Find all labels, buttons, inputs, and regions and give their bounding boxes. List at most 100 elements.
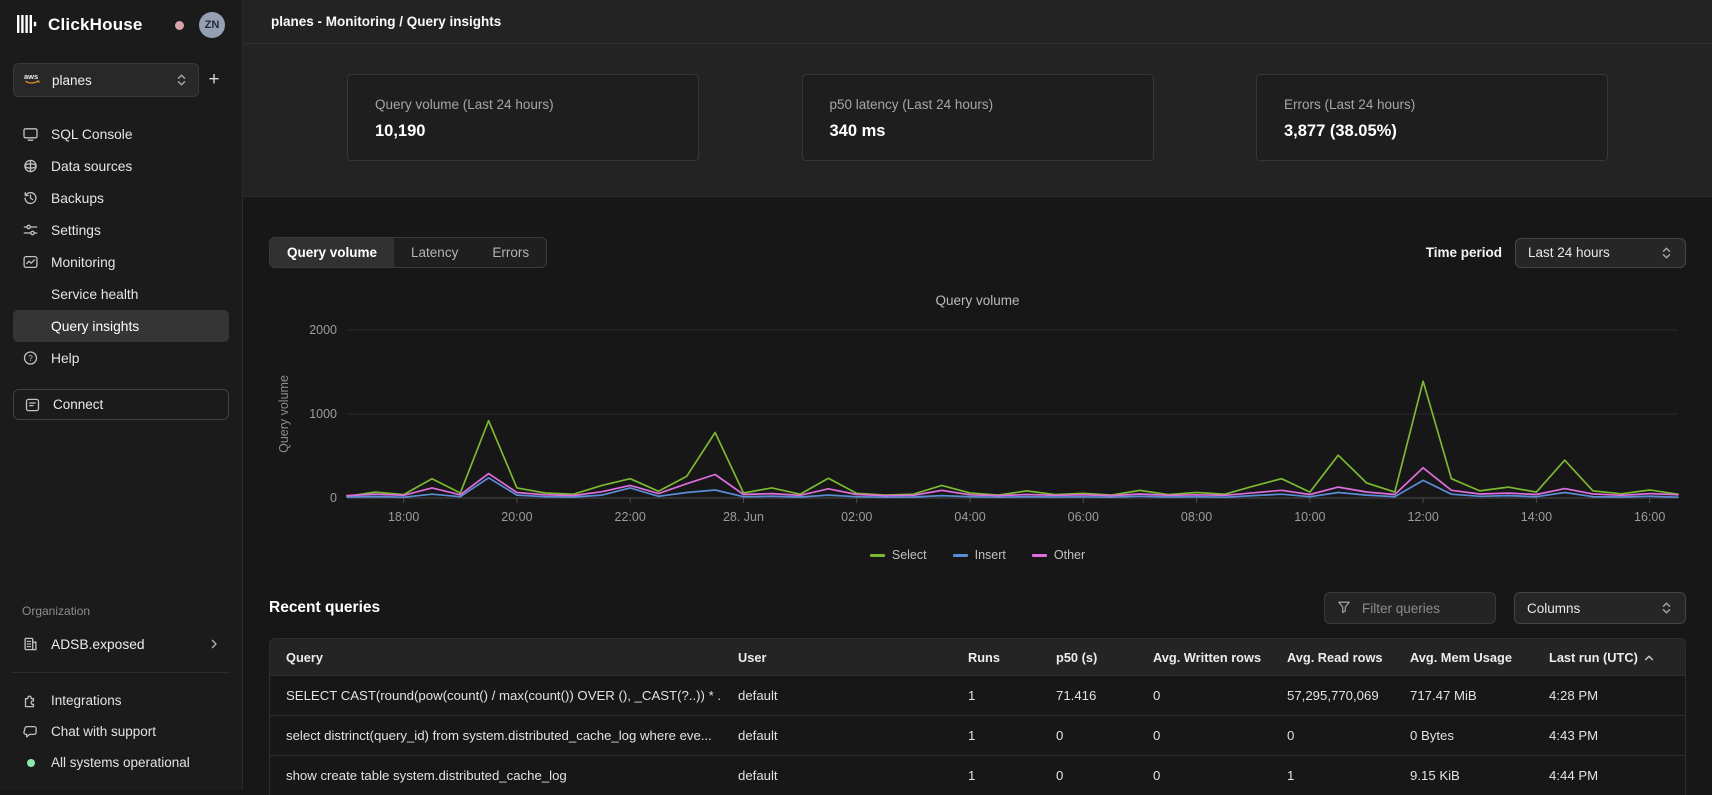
cell-avg-written: 0 xyxy=(1137,688,1271,703)
time-period-value: Last 24 hours xyxy=(1528,245,1610,260)
cell-p50: 71.416 xyxy=(1040,688,1137,703)
cell-user: default xyxy=(722,688,952,703)
stat-card-p50-latency: p50 latency (Last 24 hours) 340 ms xyxy=(802,74,1154,161)
sidebar-item-integrations[interactable]: Integrations xyxy=(13,685,229,716)
cell-user: default xyxy=(722,728,952,743)
table-row[interactable]: SELECT CAST(round(pow(count() / max(coun… xyxy=(270,675,1685,715)
cell-runs: 1 xyxy=(952,728,1040,743)
table-row[interactable]: show create table system.distributed_cac… xyxy=(270,755,1685,795)
monitoring-icon xyxy=(22,254,39,270)
chat-icon xyxy=(22,724,39,740)
clickhouse-logo-icon xyxy=(17,14,38,37)
system-status[interactable]: All systems operational xyxy=(13,747,229,778)
col-header-user[interactable]: User xyxy=(722,650,952,665)
chart-tabs: Query volume Latency Errors xyxy=(269,237,547,268)
add-service-button[interactable]: + xyxy=(199,69,229,91)
chevron-updown-icon xyxy=(175,73,188,87)
sidebar-item-label: Help xyxy=(51,351,79,366)
tab-latency[interactable]: Latency xyxy=(394,238,475,267)
chart-title: Query volume xyxy=(269,293,1686,308)
svg-text:0: 0 xyxy=(330,491,337,505)
query-volume-chart: 01000200018:0020:0022:0028. Jun02:0004:0… xyxy=(269,308,1686,544)
col-header-last-run[interactable]: Last run (UTC) xyxy=(1533,650,1685,665)
sidebar-item-chat-support[interactable]: Chat with support xyxy=(13,716,229,747)
connect-label: Connect xyxy=(53,397,103,412)
status-dot-icon xyxy=(27,759,35,767)
status-label: All systems operational xyxy=(51,755,190,770)
service-selector-row: aws planes + xyxy=(13,63,229,97)
cell-user: default xyxy=(722,768,952,783)
app: ClickHouse ZN aws planes + xyxy=(0,0,1712,790)
sidebar-item-sql-console[interactable]: SQL Console xyxy=(13,118,229,150)
col-header-avg-mem[interactable]: Avg. Mem Usage xyxy=(1394,650,1533,665)
svg-text:08:00: 08:00 xyxy=(1181,510,1212,524)
svg-text:14:00: 14:00 xyxy=(1521,510,1552,524)
time-period-select[interactable]: Last 24 hours xyxy=(1515,238,1686,268)
backups-icon xyxy=(22,190,39,206)
cell-avg-mem: 0 Bytes xyxy=(1394,728,1533,743)
service-selector[interactable]: aws planes xyxy=(13,63,199,97)
cell-last-run: 4:28 PM xyxy=(1533,688,1685,703)
sidebar-item-settings[interactable]: Settings xyxy=(13,214,229,246)
stat-value: 3,877 (38.05%) xyxy=(1284,122,1580,141)
sidebar-item-help[interactable]: ? Help xyxy=(13,342,229,374)
recent-queries-header: Recent queries Columns xyxy=(269,592,1686,624)
cell-runs: 1 xyxy=(952,688,1040,703)
filter-queries-input[interactable] xyxy=(1360,600,1470,617)
sidebar-item-backups[interactable]: Backups xyxy=(13,182,229,214)
filter-queries-box xyxy=(1324,592,1496,624)
logo-row: ClickHouse ZN xyxy=(13,10,229,38)
svg-text:Query volume: Query volume xyxy=(277,375,291,453)
sidebar-item-query-insights[interactable]: Query insights xyxy=(13,310,229,342)
cell-avg-read: 0 xyxy=(1271,728,1394,743)
cell-avg-read: 57,295,770,069 xyxy=(1271,688,1394,703)
cell-p50: 0 xyxy=(1040,728,1137,743)
filter-icon xyxy=(1337,600,1351,617)
table-row[interactable]: select distrinct(query_id) from system.d… xyxy=(270,715,1685,755)
connect-icon xyxy=(24,397,41,413)
content: Query volume Latency Errors Time period … xyxy=(243,197,1712,795)
cell-avg-written: 0 xyxy=(1137,728,1271,743)
col-header-query[interactable]: Query xyxy=(270,650,722,665)
col-header-p50[interactable]: p50 (s) xyxy=(1040,650,1137,665)
sidebar-item-label: Data sources xyxy=(51,159,132,174)
cell-avg-read: 1 xyxy=(1271,768,1394,783)
avatar[interactable]: ZN xyxy=(199,12,225,38)
svg-text:20:00: 20:00 xyxy=(501,510,532,524)
columns-select[interactable]: Columns xyxy=(1514,592,1686,624)
svg-text:1000: 1000 xyxy=(309,407,337,421)
sort-asc-icon xyxy=(1644,650,1654,665)
settings-icon xyxy=(22,222,39,238)
legend-item: Insert xyxy=(953,548,1006,562)
organization-item[interactable]: ADSB.exposed xyxy=(13,629,229,659)
tab-errors[interactable]: Errors xyxy=(475,238,546,267)
stat-value: 10,190 xyxy=(375,122,671,141)
sidebar-item-data-sources[interactable]: Data sources xyxy=(13,150,229,182)
col-header-avg-written[interactable]: Avg. Written rows xyxy=(1137,650,1271,665)
svg-text:02:00: 02:00 xyxy=(841,510,872,524)
col-header-avg-read[interactable]: Avg. Read rows xyxy=(1271,650,1394,665)
cell-last-run: 4:44 PM xyxy=(1533,768,1685,783)
sidebar-item-monitoring[interactable]: Monitoring xyxy=(13,246,229,278)
help-icon: ? xyxy=(22,350,39,366)
cell-avg-written: 0 xyxy=(1137,768,1271,783)
columns-select-label: Columns xyxy=(1527,601,1580,616)
sidebar-item-label: Settings xyxy=(51,223,101,238)
tab-query-volume[interactable]: Query volume xyxy=(270,238,394,267)
aws-icon: aws xyxy=(24,72,43,88)
cell-runs: 1 xyxy=(952,768,1040,783)
connect-button[interactable]: Connect xyxy=(13,389,229,420)
cell-query: show create table system.distributed_cac… xyxy=(270,768,722,783)
col-header-runs[interactable]: Runs xyxy=(952,650,1040,665)
sidebar-item-service-health[interactable]: Service health xyxy=(13,278,229,310)
svg-text:2000: 2000 xyxy=(309,323,337,337)
svg-text:10:00: 10:00 xyxy=(1294,510,1325,524)
chevron-updown-icon xyxy=(1660,246,1673,260)
recent-queries-section: Recent queries Columns xyxy=(269,592,1686,795)
cell-p50: 0 xyxy=(1040,768,1137,783)
chart-controls: Query volume Latency Errors Time period … xyxy=(269,237,1686,268)
table-controls: Columns xyxy=(1324,592,1686,624)
legend-item: Select xyxy=(870,548,927,562)
chart-legend: SelectInsertOther xyxy=(269,548,1686,562)
organization-section-label: Organization xyxy=(13,604,229,618)
